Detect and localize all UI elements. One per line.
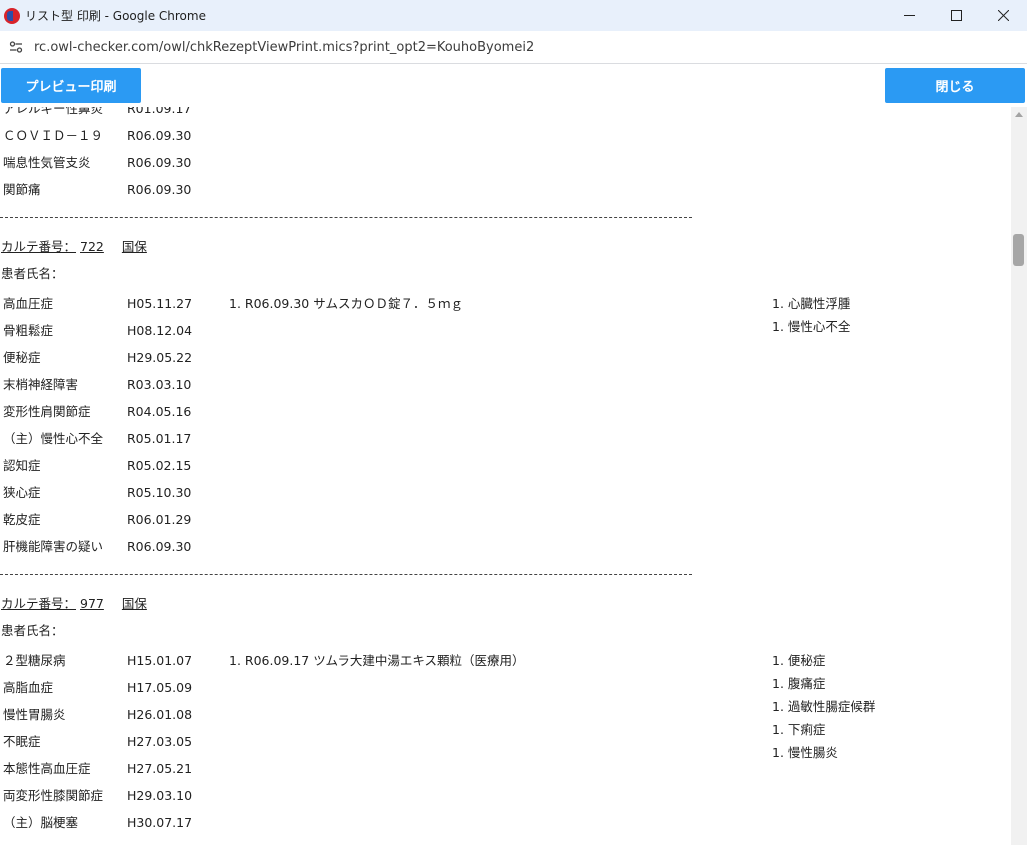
diagnosis-date: H05.11.27 xyxy=(127,296,193,311)
scroll-up-icon[interactable] xyxy=(1015,112,1023,117)
diagnosis-name: 乾皮症 xyxy=(3,512,41,527)
diagnosis-date: R06.09.30 xyxy=(127,128,192,143)
separator-line xyxy=(0,574,692,575)
karte-number: 722 xyxy=(80,239,104,254)
close-icon xyxy=(998,10,1009,21)
close-window-button[interactable] xyxy=(980,0,1027,31)
diagnosis-name: 本態性高血圧症 xyxy=(3,761,91,776)
url-text: rc.owl-checker.com/owl/chkRezeptViewPrin… xyxy=(34,39,535,55)
diagnosis-date: H27.05.21 xyxy=(127,761,193,776)
candidate-diagnosis: 1. 過敏性腸症候群 xyxy=(772,699,876,714)
diagnosis-date: R04.05.16 xyxy=(127,404,192,419)
site-settings-icon[interactable] xyxy=(8,39,24,55)
karte-label: カルテ番号： xyxy=(1,596,77,611)
diagnosis-date: R03.03.10 xyxy=(127,377,192,392)
diagnosis-date: R06.09.30 xyxy=(127,182,192,197)
candidate-diagnosis: 1. 慢性腸炎 xyxy=(772,745,838,760)
diagnosis-date: R06.01.29 xyxy=(127,512,192,527)
scrollbar-thumb[interactable] xyxy=(1013,234,1024,266)
patient-name-label: 患者氏名： xyxy=(1,266,64,281)
karte-header: カルテ番号： 722 国保 xyxy=(1,239,147,255)
diagnosis-name: 関節痛 xyxy=(3,182,41,197)
app-logo-icon xyxy=(4,7,20,24)
karte-header: カルテ番号： 977 国保 xyxy=(1,596,147,612)
karte-label: カルテ番号： xyxy=(1,239,77,254)
maximize-button[interactable] xyxy=(933,0,980,31)
maximize-icon xyxy=(951,10,962,21)
candidate-diagnosis: 1. 慢性心不全 xyxy=(772,319,851,334)
diagnosis-name: 便秘症 xyxy=(3,350,41,365)
diagnosis-name: 変形性肩関節症 xyxy=(3,404,91,419)
diagnosis-name: （主）慢性心不全 xyxy=(3,431,104,446)
diagnosis-date: H30.07.17 xyxy=(127,815,193,830)
patient-name-label: 患者氏名： xyxy=(1,623,64,638)
candidate-diagnosis: 1. 腹痛症 xyxy=(772,676,826,691)
diagnosis-name: 末梢神経障害 xyxy=(3,377,79,392)
print-toolbar: プレビュー印刷 閉じる xyxy=(0,65,1027,107)
diagnosis-name: 喘息性気管支炎 xyxy=(3,155,91,170)
medication-entry: 1. R06.09.17 ツムラ大建中湯エキス顆粒（医療用） xyxy=(229,653,525,668)
diagnosis-date: H27.03.05 xyxy=(127,734,193,749)
diagnosis-date: H15.01.07 xyxy=(127,653,193,668)
window-titlebar: リスト型 印刷 - Google Chrome xyxy=(0,0,1027,31)
minimize-icon xyxy=(904,15,915,16)
print-content: アレルギー性鼻炎 R01.09.17 ＣＯＶＩＤ－１９ R06.09.30 喘息… xyxy=(0,95,1011,845)
diagnosis-name: 不眠症 xyxy=(3,734,41,749)
diagnosis-name: 骨粗鬆症 xyxy=(3,323,54,338)
minimize-button[interactable] xyxy=(886,0,933,31)
window-title: リスト型 印刷 - Google Chrome xyxy=(25,9,206,23)
diagnosis-name: ＣＯＶＩＤ－１９ xyxy=(3,128,104,143)
window-controls xyxy=(886,0,1027,31)
diagnosis-date: R05.10.30 xyxy=(127,485,192,500)
candidate-diagnosis: 1. 下痢症 xyxy=(772,722,826,737)
medication-entry: 1. R06.09.30 サムスカＯＤ錠７．５ｍｇ xyxy=(229,296,463,311)
close-button[interactable]: 閉じる xyxy=(885,68,1025,103)
address-bar[interactable]: rc.owl-checker.com/owl/chkRezeptViewPrin… xyxy=(0,31,1027,64)
diagnosis-date: H29.05.22 xyxy=(127,350,193,365)
diagnosis-name: 肝機能障害の疑い xyxy=(3,539,104,554)
diagnosis-name: 高脂血症 xyxy=(3,680,54,695)
diagnosis-date: R05.01.17 xyxy=(127,431,192,446)
diagnosis-name: 認知症 xyxy=(3,458,41,473)
diagnosis-name: 慢性胃腸炎 xyxy=(3,707,66,722)
diagnosis-date: H29.03.10 xyxy=(127,788,193,803)
vertical-scrollbar[interactable] xyxy=(1011,107,1027,845)
diagnosis-date: H17.05.09 xyxy=(127,680,193,695)
insurance-type: 国保 xyxy=(121,596,147,611)
separator-line xyxy=(0,217,692,218)
diagnosis-name: 狭心症 xyxy=(3,485,41,500)
diagnosis-date: R06.09.30 xyxy=(127,155,192,170)
preview-print-button[interactable]: プレビュー印刷 xyxy=(1,68,141,103)
diagnosis-name: ２型糖尿病 xyxy=(3,653,66,668)
diagnosis-date: R06.09.30 xyxy=(127,539,192,554)
diagnosis-date: H08.12.04 xyxy=(127,323,193,338)
candidate-diagnosis: 1. 便秘症 xyxy=(772,653,826,668)
candidate-diagnosis: 1. 心臓性浮腫 xyxy=(772,296,851,311)
diagnosis-name: 両変形性膝関節症 xyxy=(3,788,104,803)
diagnosis-date: R05.02.15 xyxy=(127,458,192,473)
insurance-type: 国保 xyxy=(121,239,147,254)
diagnosis-name: 高血圧症 xyxy=(3,296,54,311)
karte-number: 977 xyxy=(80,596,104,611)
diagnosis-date: H26.01.08 xyxy=(127,707,193,722)
diagnosis-name: （主）脳梗塞 xyxy=(3,815,79,830)
